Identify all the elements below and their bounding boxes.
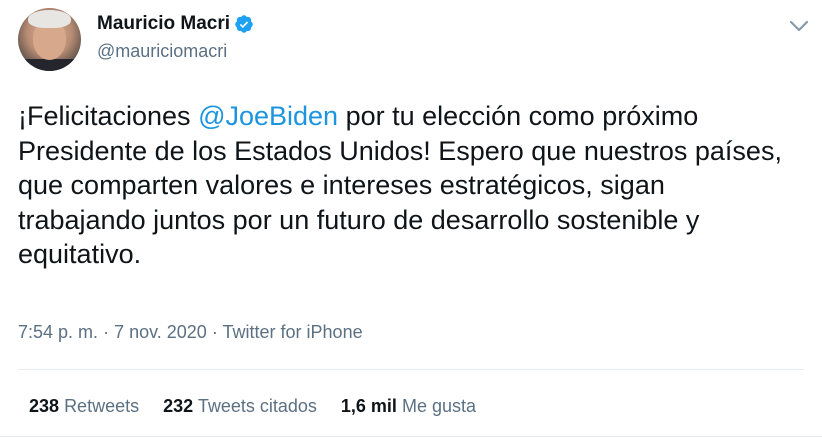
quotes-stat[interactable]: 232 Tweets citados xyxy=(163,396,317,417)
author-name-text[interactable]: Mauricio Macri xyxy=(97,13,230,35)
meta-separator: · xyxy=(103,322,110,342)
tweet-card: Mauricio Macri @mauriciomacri ¡Felicitac… xyxy=(0,0,822,437)
retweets-label: Retweets xyxy=(64,396,140,416)
quotes-label: Tweets citados xyxy=(197,396,317,416)
tweet-source[interactable]: Twitter for iPhone xyxy=(223,322,363,342)
likes-count: 1,6 mil xyxy=(340,396,397,416)
avatar-hair xyxy=(28,10,71,28)
tweet-date[interactable]: 7 nov. 2020 xyxy=(114,322,207,342)
tweet-text: ¡Felicitaciones @JoeBiden por tu elecció… xyxy=(18,99,798,272)
avatar-suit xyxy=(18,59,81,71)
retweets-stat[interactable]: 238 Retweets xyxy=(29,396,139,417)
likes-stat[interactable]: 1,6 mil Me gusta xyxy=(341,396,476,417)
author-name[interactable]: Mauricio Macri xyxy=(97,13,254,35)
author-handle[interactable]: @mauriciomacri xyxy=(97,41,227,62)
verified-badge-icon xyxy=(235,15,253,33)
tweet-meta: 7:54 p. m. · 7 nov. 2020 · Twitter for i… xyxy=(18,322,363,343)
tweet-stats: 238 Retweets 232 Tweets citados 1,6 mil … xyxy=(29,396,500,417)
chevron-down-icon[interactable] xyxy=(785,14,813,38)
tweet-text-start: ¡Felicitaciones xyxy=(18,101,199,131)
mention-link[interactable]: @JoeBiden xyxy=(198,101,338,131)
meta-separator: · xyxy=(211,322,218,342)
retweets-count: 238 xyxy=(29,396,60,416)
quotes-count: 232 xyxy=(163,396,194,416)
likes-label: Me gusta xyxy=(401,396,476,416)
avatar[interactable] xyxy=(18,8,81,71)
divider xyxy=(18,369,804,370)
tweet-time[interactable]: 7:54 p. m. xyxy=(18,322,98,342)
